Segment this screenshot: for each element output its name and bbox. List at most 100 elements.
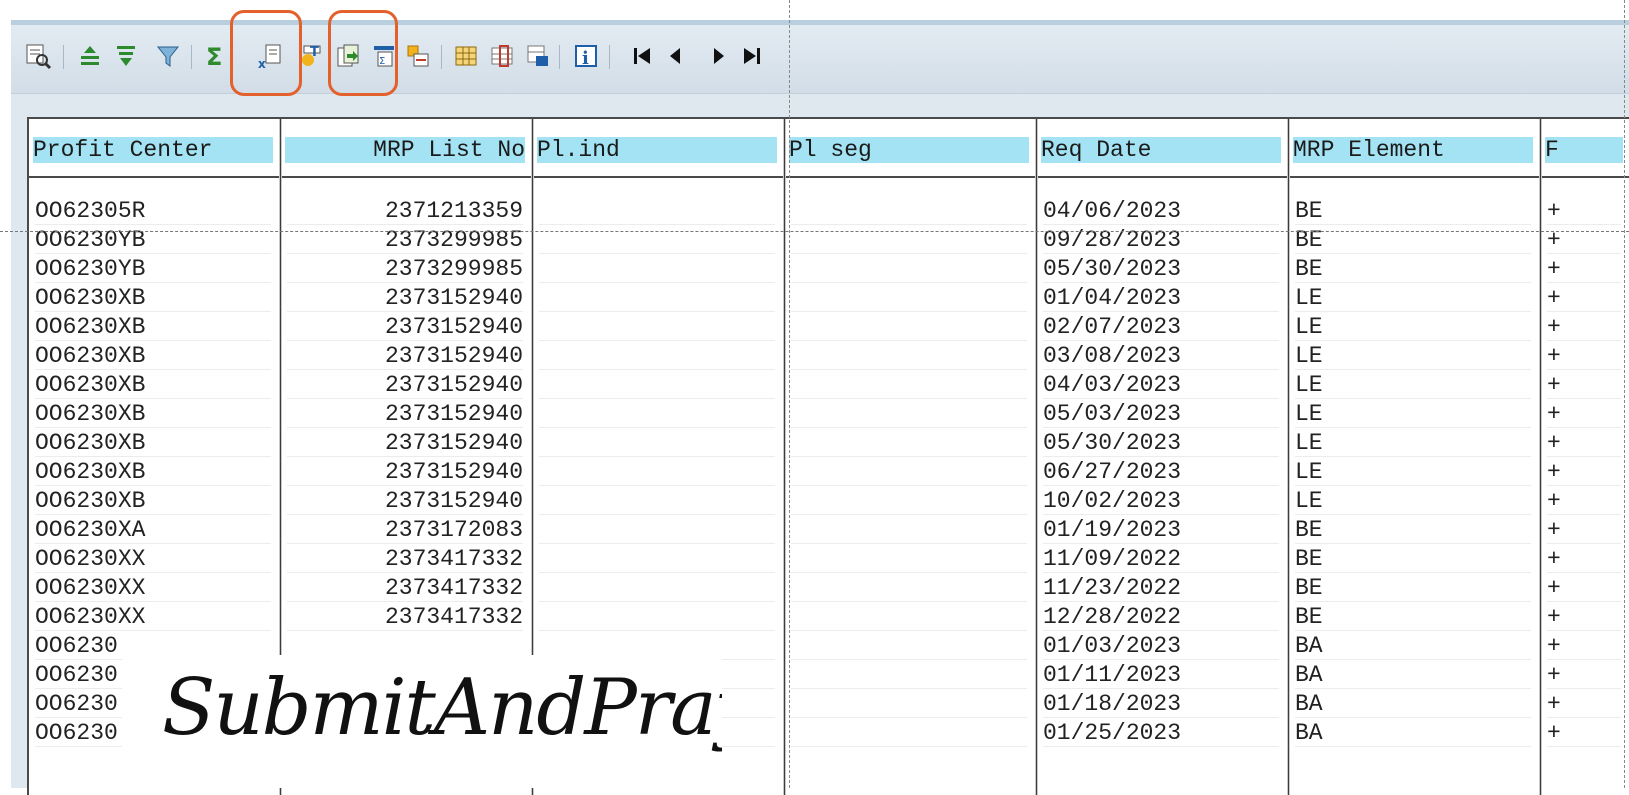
column-header[interactable]: F [1545, 137, 1623, 163]
table-cell[interactable]: BE [1295, 603, 1531, 631]
table-cell[interactable]: OO62305R [35, 197, 271, 225]
table-cell[interactable] [791, 603, 1027, 631]
first-page-icon[interactable] [627, 41, 657, 71]
table-cell[interactable]: OO6230XX [35, 574, 271, 602]
table-cell[interactable]: + [1547, 661, 1621, 689]
sum-icon[interactable]: Σ [201, 41, 231, 71]
table-cell[interactable]: 11/23/2022 [1043, 574, 1279, 602]
table-cell[interactable]: 2373152940 [287, 313, 523, 341]
table-cell[interactable] [539, 284, 775, 312]
table-cell[interactable] [791, 371, 1027, 399]
table-cell[interactable]: BA [1295, 690, 1531, 718]
table-cell[interactable] [791, 429, 1027, 457]
table-cell[interactable] [791, 255, 1027, 283]
table-cell[interactable]: OO6230XX [35, 603, 271, 631]
table-cell[interactable]: OO6230XB [35, 429, 271, 457]
table-cell[interactable] [791, 516, 1027, 544]
table-cell[interactable]: 01/11/2023 [1043, 661, 1279, 689]
table-cell[interactable]: BA [1295, 632, 1531, 660]
table-cell[interactable] [791, 719, 1027, 747]
find-icon[interactable] [403, 41, 433, 71]
table-cell[interactable]: + [1547, 371, 1621, 399]
table-cell[interactable]: 12/28/2022 [1043, 603, 1279, 631]
sort-descending-icon[interactable] [111, 41, 141, 71]
table-cell[interactable]: OO6230XB [35, 487, 271, 515]
table-cell[interactable]: 01/19/2023 [1043, 516, 1279, 544]
table-cell[interactable]: BE [1295, 574, 1531, 602]
table-cell[interactable]: 11/09/2022 [1043, 545, 1279, 573]
table-cell[interactable]: OO6230XA [35, 516, 271, 544]
next-page-icon[interactable] [703, 41, 733, 71]
table-cell[interactable]: LE [1295, 371, 1531, 399]
table-cell[interactable]: + [1547, 690, 1621, 718]
table-cell[interactable]: + [1547, 719, 1621, 747]
table-cell[interactable]: 2373417332 [287, 574, 523, 602]
table-cell[interactable]: + [1547, 458, 1621, 486]
table-cell[interactable]: + [1547, 313, 1621, 341]
table-cell[interactable]: 2373152940 [287, 429, 523, 457]
table-cell[interactable]: LE [1295, 429, 1531, 457]
table-cell[interactable]: + [1547, 574, 1621, 602]
table-cell[interactable]: + [1547, 342, 1621, 370]
table-cell[interactable]: + [1547, 545, 1621, 573]
table-cell[interactable] [791, 661, 1027, 689]
table-cell[interactable] [539, 197, 775, 225]
sort-ascending-icon[interactable] [75, 41, 105, 71]
column-divider[interactable] [1287, 119, 1290, 795]
table-cell[interactable]: 05/30/2023 [1043, 255, 1279, 283]
table-cell[interactable]: 05/30/2023 [1043, 429, 1279, 457]
table-cell[interactable]: OO6230XB [35, 371, 271, 399]
table-cell[interactable] [791, 400, 1027, 428]
table-cell[interactable]: BE [1295, 255, 1531, 283]
table-cell[interactable] [791, 313, 1027, 341]
table-cell[interactable]: LE [1295, 342, 1531, 370]
table-cell[interactable]: 05/03/2023 [1043, 400, 1279, 428]
table-cell[interactable]: LE [1295, 458, 1531, 486]
table-cell[interactable]: + [1547, 284, 1621, 312]
table-cell[interactable]: + [1547, 400, 1621, 428]
table-cell[interactable] [791, 342, 1027, 370]
table-cell[interactable]: 04/03/2023 [1043, 371, 1279, 399]
table-cell[interactable] [539, 400, 775, 428]
table-cell[interactable] [539, 458, 775, 486]
table-cell[interactable] [539, 545, 775, 573]
table-cell[interactable] [539, 342, 775, 370]
table-cell[interactable] [791, 690, 1027, 718]
table-cell[interactable]: 10/02/2023 [1043, 487, 1279, 515]
table-cell[interactable]: LE [1295, 400, 1531, 428]
column-header[interactable]: Profit Center [33, 137, 273, 163]
table-cell[interactable]: 2373417332 [287, 545, 523, 573]
table-cell[interactable]: 2373299985 [287, 255, 523, 283]
table-cell[interactable]: OO6230XB [35, 400, 271, 428]
table-cell[interactable] [791, 458, 1027, 486]
table-cell[interactable]: + [1547, 516, 1621, 544]
table-cell[interactable]: 2373152940 [287, 487, 523, 515]
table-cell[interactable]: + [1547, 632, 1621, 660]
table-cell[interactable] [791, 197, 1027, 225]
table-cell[interactable]: 2373152940 [287, 284, 523, 312]
table-cell[interactable]: 2373152940 [287, 458, 523, 486]
column-divider[interactable] [1539, 119, 1542, 795]
column-divider[interactable] [1035, 119, 1038, 795]
table-cell[interactable]: 2373152940 [287, 400, 523, 428]
table-cell[interactable] [791, 284, 1027, 312]
details-icon[interactable] [23, 41, 53, 71]
column-header[interactable]: Pl seg [789, 137, 1029, 163]
table-cell[interactable]: LE [1295, 284, 1531, 312]
table-cell[interactable] [791, 574, 1027, 602]
table-cell[interactable]: 04/06/2023 [1043, 197, 1279, 225]
table-cell[interactable]: + [1547, 429, 1621, 457]
table-cell[interactable] [539, 371, 775, 399]
table-cell[interactable]: OO6230XB [35, 313, 271, 341]
table-cell[interactable]: + [1547, 603, 1621, 631]
table-cell[interactable]: 2373417332 [287, 603, 523, 631]
table-cell[interactable]: 2373152940 [287, 371, 523, 399]
last-page-icon[interactable] [737, 41, 767, 71]
table-cell[interactable]: 2371213359 [287, 197, 523, 225]
table-cell[interactable]: BE [1295, 545, 1531, 573]
table-cell[interactable] [539, 255, 775, 283]
column-header[interactable]: MRP List No [285, 137, 525, 163]
column-header[interactable]: Pl.ind [537, 137, 777, 163]
table-cell[interactable]: 06/27/2023 [1043, 458, 1279, 486]
table-cell[interactable] [539, 574, 775, 602]
